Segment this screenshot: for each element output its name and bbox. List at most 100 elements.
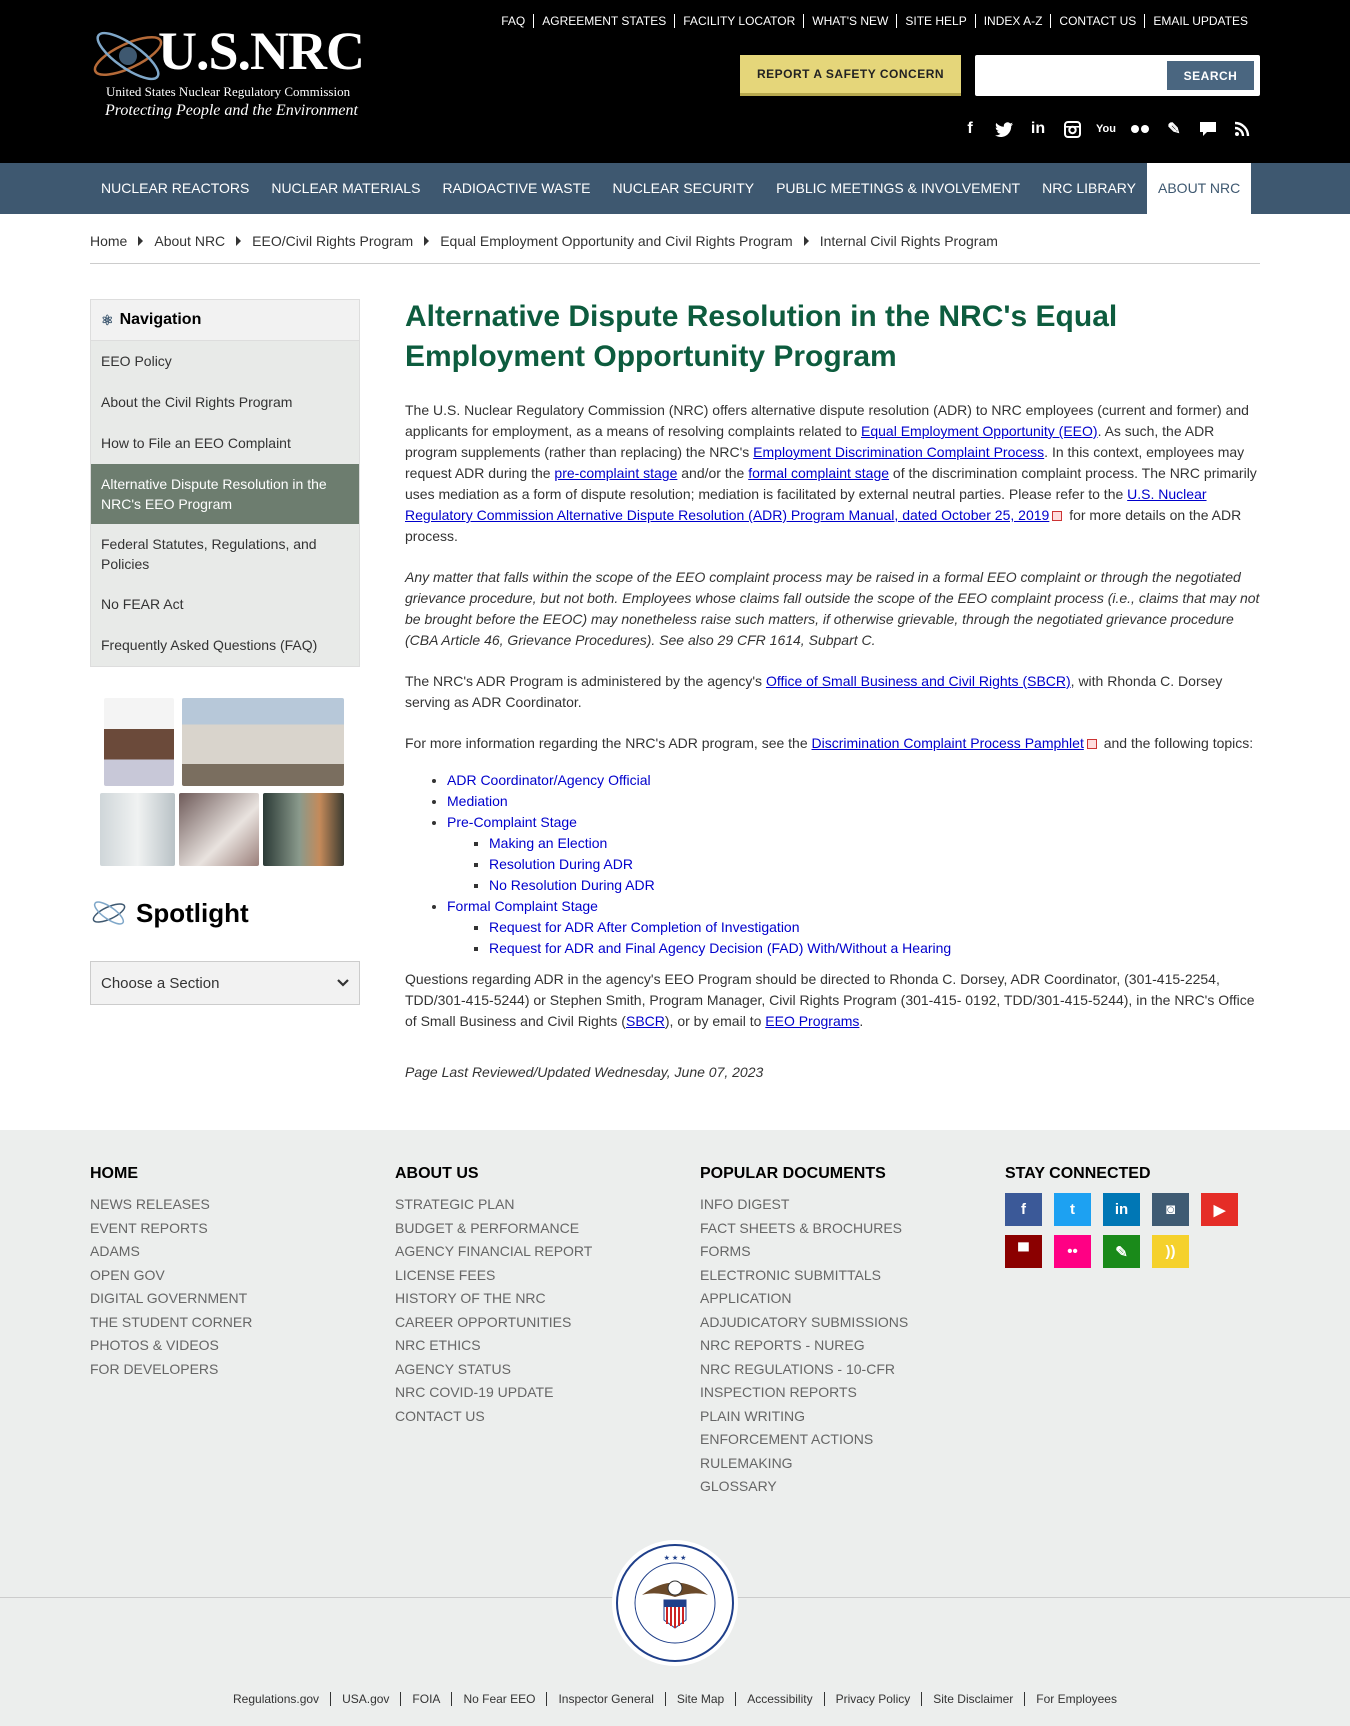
top-link-whats-new[interactable]: WHAT'S NEW: [803, 14, 896, 28]
link-sbcr[interactable]: SBCR: [626, 1013, 665, 1029]
link-formal-complaint-stage[interactable]: formal complaint stage: [748, 465, 889, 481]
link-pre-complaint-stage[interactable]: pre-complaint stage: [554, 465, 677, 481]
bottom-link[interactable]: Regulations.gov: [222, 1692, 330, 1706]
side-nav-item-adr[interactable]: Alternative Dispute Resolution in the NR…: [91, 464, 359, 524]
comment-icon[interactable]: [1196, 118, 1220, 140]
footer-link[interactable]: FACT SHEETS & BROCHURES: [700, 1217, 908, 1241]
facebook-icon[interactable]: f: [958, 118, 982, 140]
flickr-icon[interactable]: [1128, 118, 1152, 140]
footer-link[interactable]: CAREER OPPORTUNITIES: [395, 1311, 592, 1335]
nav-nuclear-security[interactable]: NUCLEAR SECURITY: [602, 163, 766, 214]
bottom-link[interactable]: For Employees: [1024, 1692, 1128, 1706]
footer-link[interactable]: THE STUDENT CORNER: [90, 1311, 252, 1335]
side-nav-item-no-fear[interactable]: No FEAR Act: [91, 584, 359, 625]
footer-link[interactable]: NRC REPORTS - NUREG: [700, 1334, 908, 1358]
footer-link[interactable]: FORMS: [700, 1240, 908, 1264]
footer-link[interactable]: APPLICATION: [700, 1287, 908, 1311]
top-link-contact[interactable]: CONTACT US: [1050, 14, 1144, 28]
footer-link[interactable]: NRC REGULATIONS - 10-CFR: [700, 1358, 908, 1382]
nrc-logo[interactable]: U.S.NRC United States Nuclear Regulatory…: [88, 18, 368, 124]
topic-formal-complaint[interactable]: Formal Complaint Stage: [447, 898, 598, 914]
flickr-icon[interactable]: ••: [1054, 1235, 1091, 1268]
nav-radioactive-waste[interactable]: RADIOACTIVE WASTE: [431, 163, 601, 214]
link-sbcr-office[interactable]: Office of Small Business and Civil Right…: [766, 673, 1071, 689]
breadcrumb-eeo-civil-rights[interactable]: EEO/Civil Rights Program: [252, 233, 413, 249]
nav-nuclear-materials[interactable]: NUCLEAR MATERIALS: [260, 163, 431, 214]
footer-link[interactable]: FOR DEVELOPERS: [90, 1358, 252, 1382]
breadcrumb-about-nrc[interactable]: About NRC: [154, 233, 225, 249]
top-link-faq[interactable]: FAQ: [493, 14, 533, 28]
footer-link[interactable]: RULEMAKING: [700, 1452, 908, 1476]
bottom-link[interactable]: No Fear EEO: [451, 1692, 546, 1706]
bottom-link[interactable]: Site Disclaimer: [921, 1692, 1024, 1706]
footer-link[interactable]: ELECTRONIC SUBMITTALS: [700, 1264, 908, 1288]
instagram-icon[interactable]: [1060, 118, 1084, 140]
topic-adr-fad[interactable]: Request for ADR and Final Agency Decisio…: [489, 940, 951, 956]
instagram-icon[interactable]: ◙: [1152, 1193, 1189, 1226]
top-link-facility-locator[interactable]: FACILITY LOCATOR: [674, 14, 803, 28]
footer-link[interactable]: BUDGET & PERFORMANCE: [395, 1217, 592, 1241]
side-nav-item-faq[interactable]: Frequently Asked Questions (FAQ): [91, 625, 359, 666]
choose-section-select[interactable]: Choose a Section: [90, 961, 360, 1005]
twitter-icon[interactable]: [992, 118, 1016, 140]
blog-pencil-icon[interactable]: ✎: [1103, 1235, 1140, 1268]
footer-link[interactable]: ADAMS: [90, 1240, 252, 1264]
footer-link[interactable]: NEWS RELEASES: [90, 1193, 252, 1217]
blog-pencil-icon[interactable]: ✎: [1162, 118, 1186, 140]
link-eeo-programs-email[interactable]: EEO Programs: [765, 1013, 859, 1029]
topic-resolution-during-adr[interactable]: Resolution During ADR: [489, 856, 633, 872]
bottom-link[interactable]: Accessibility: [735, 1692, 823, 1706]
topic-mediation[interactable]: Mediation: [447, 793, 508, 809]
side-nav-item-about-civil-rights[interactable]: About the Civil Rights Program: [91, 382, 359, 423]
footer-link[interactable]: NRC COVID-19 UPDATE: [395, 1381, 592, 1405]
link-eeo[interactable]: Equal Employment Opportunity (EEO): [861, 423, 1098, 439]
footer-link[interactable]: ADJUDICATORY SUBMISSIONS: [700, 1311, 908, 1335]
footer-link[interactable]: EVENT REPORTS: [90, 1217, 252, 1241]
top-link-agreement-states[interactable]: AGREEMENT STATES: [533, 14, 674, 28]
topic-making-election[interactable]: Making an Election: [489, 835, 607, 851]
link-pamphlet[interactable]: Discrimination Complaint Process Pamphle…: [812, 735, 1084, 751]
linkedin-icon[interactable]: in: [1103, 1193, 1140, 1226]
topic-adr-after-investigation[interactable]: Request for ADR After Completion of Inve…: [489, 919, 800, 935]
topic-adr-coordinator[interactable]: ADR Coordinator/Agency Official: [447, 772, 651, 788]
footer-link[interactable]: DIGITAL GOVERNMENT: [90, 1287, 252, 1311]
youtube-icon[interactable]: You: [1094, 118, 1118, 140]
footer-link[interactable]: STRATEGIC PLAN: [395, 1193, 592, 1217]
nav-public-meetings[interactable]: PUBLIC MEETINGS & INVOLVEMENT: [765, 163, 1031, 214]
breadcrumb-eeo-program[interactable]: Equal Employment Opportunity and Civil R…: [440, 233, 793, 249]
top-link-email-updates[interactable]: EMAIL UPDATES: [1144, 14, 1256, 28]
youtube-icon[interactable]: ▶: [1201, 1193, 1238, 1226]
topic-no-resolution[interactable]: No Resolution During ADR: [489, 877, 655, 893]
footer-link[interactable]: AGENCY STATUS: [395, 1358, 592, 1382]
search-button[interactable]: SEARCH: [1167, 61, 1254, 90]
rss-icon[interactable]: )): [1152, 1235, 1189, 1268]
nav-nuclear-reactors[interactable]: NUCLEAR REACTORS: [90, 163, 260, 214]
side-nav-item-eeo-policy[interactable]: EEO Policy: [91, 341, 359, 382]
footer-about-title[interactable]: ABOUT US: [395, 1165, 592, 1183]
facebook-icon[interactable]: f: [1005, 1193, 1042, 1226]
footer-link[interactable]: PHOTOS & VIDEOS: [90, 1334, 252, 1358]
footer-link[interactable]: NRC ETHICS: [395, 1334, 592, 1358]
footer-link[interactable]: ENFORCEMENT ACTIONS: [700, 1428, 908, 1452]
footer-link[interactable]: LICENSE FEES: [395, 1264, 592, 1288]
footer-link[interactable]: CONTACT US: [395, 1405, 592, 1429]
breadcrumb-home[interactable]: Home: [90, 233, 127, 249]
bottom-link[interactable]: Privacy Policy: [823, 1692, 922, 1706]
footer-link[interactable]: AGENCY FINANCIAL REPORT: [395, 1240, 592, 1264]
topic-pre-complaint[interactable]: Pre-Complaint Stage: [447, 814, 577, 830]
footer-home-title[interactable]: HOME: [90, 1165, 252, 1183]
breadcrumb-internal-civil-rights[interactable]: Internal Civil Rights Program: [820, 233, 998, 249]
footer-link[interactable]: PLAIN WRITING: [700, 1405, 908, 1429]
footer-link[interactable]: INFO DIGEST: [700, 1193, 908, 1217]
bottom-link[interactable]: Site Map: [664, 1692, 735, 1706]
footer-link[interactable]: HISTORY OF THE NRC: [395, 1287, 592, 1311]
top-link-site-help[interactable]: SITE HELP: [896, 14, 974, 28]
twitter-icon[interactable]: t: [1054, 1193, 1091, 1226]
footer-link[interactable]: GLOSSARY: [700, 1475, 908, 1499]
footer-link[interactable]: INSPECTION REPORTS: [700, 1381, 908, 1405]
top-link-index[interactable]: INDEX A-Z: [974, 14, 1051, 28]
link-complaint-process[interactable]: Employment Discrimination Complaint Proc…: [753, 444, 1044, 460]
rss-icon[interactable]: [1230, 118, 1254, 140]
linkedin-icon[interactable]: in: [1026, 118, 1050, 140]
report-safety-concern-button[interactable]: REPORT A SAFETY CONCERN: [740, 55, 961, 96]
